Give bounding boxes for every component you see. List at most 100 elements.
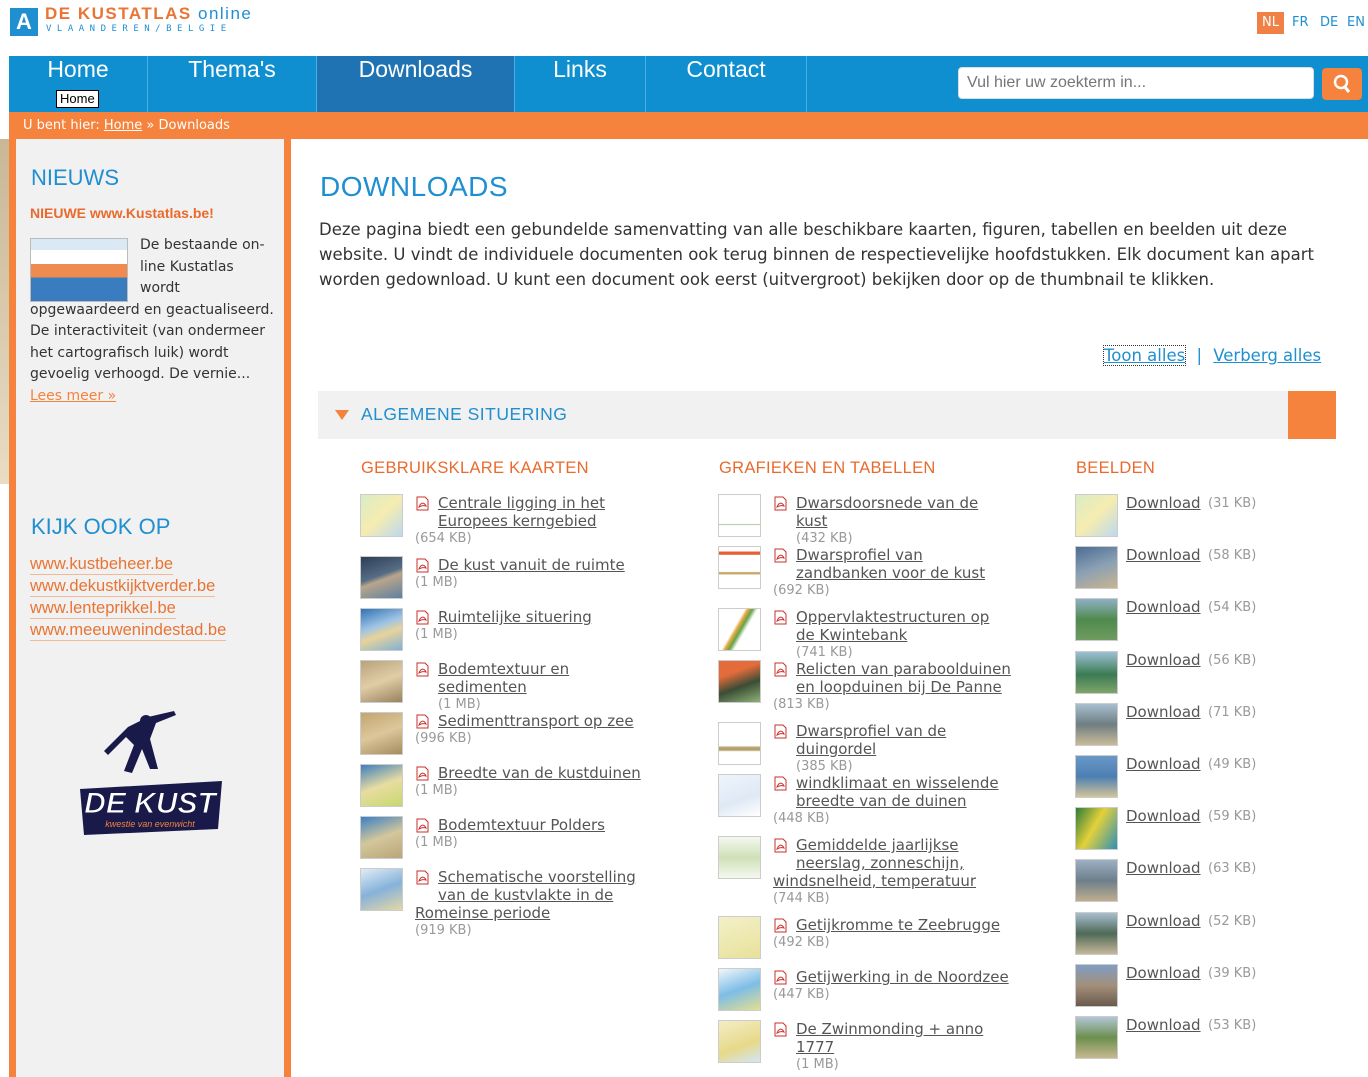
chart-thumbnail[interactable] bbox=[718, 916, 761, 959]
lang-de-link[interactable]: DE bbox=[1320, 12, 1338, 34]
chart-thumbnail[interactable] bbox=[718, 722, 761, 765]
map-title-line[interactable]: Romeinse periode bbox=[415, 904, 550, 922]
chart-title-line[interactable]: Getijwerking in de Noordzee bbox=[796, 968, 1009, 986]
chart-title-line[interactable]: en loopduinen bij De Panne bbox=[796, 678, 1002, 696]
map-title-link[interactable]: Bodemtextuur en sedimenten (1 MB) bbox=[438, 660, 708, 714]
map-title-line[interactable]: sedimenten bbox=[438, 678, 527, 696]
image-download-link[interactable]: Download bbox=[1126, 1016, 1201, 1034]
chart-thumbnail[interactable] bbox=[718, 660, 761, 703]
map-title-line[interactable]: De kust vanuit de ruimte bbox=[438, 556, 625, 574]
map-thumbnail[interactable] bbox=[360, 764, 403, 807]
image-thumbnail[interactable] bbox=[1075, 650, 1118, 694]
chart-thumbnail[interactable] bbox=[718, 774, 761, 817]
map-thumbnail[interactable] bbox=[360, 660, 403, 703]
chart-title-link[interactable]: Dwarsdoorsnede van de kust (432 KB) bbox=[796, 494, 1066, 548]
chart-title-line[interactable]: windsnelheid, temperatuur bbox=[773, 872, 976, 890]
map-title-line[interactable]: Schematische voorstelling bbox=[438, 868, 636, 886]
chart-thumbnail[interactable] bbox=[718, 1020, 761, 1063]
image-download-link[interactable]: Download bbox=[1126, 651, 1201, 669]
chart-title-line[interactable]: neerslag, zonneschijn, bbox=[796, 854, 964, 872]
map-title-line[interactable]: Bodemtextuur Polders bbox=[438, 816, 605, 834]
chart-title-link[interactable]: Oppervlaktestructuren op de Kwintebank (74… bbox=[796, 608, 1066, 662]
chart-title-link[interactable]: windklimaat en wisselende breedte van de … bbox=[773, 774, 1066, 828]
chart-title-link[interactable]: Getijkromme te Zeebrugge (492 KB) bbox=[773, 916, 1066, 952]
nav-contact[interactable]: Contact bbox=[646, 56, 807, 112]
map-title-link[interactable]: Sedimenttransport op zee (996 KB) bbox=[415, 712, 708, 748]
map-thumbnail[interactable] bbox=[360, 712, 403, 755]
map-title-link[interactable]: Ruimtelijke situering (1 MB) bbox=[415, 608, 708, 644]
hide-all-link[interactable]: Verberg alles bbox=[1213, 346, 1321, 365]
image-thumbnail[interactable] bbox=[1075, 755, 1118, 798]
map-title-line[interactable]: van de kustvlakte in de bbox=[438, 886, 613, 904]
map-title-link[interactable]: De kust vanuit de ruimte (1 MB) bbox=[415, 556, 708, 592]
show-all-link[interactable]: Toon alles bbox=[1102, 345, 1187, 366]
chart-thumbnail[interactable] bbox=[718, 836, 761, 879]
image-download-link[interactable]: Download bbox=[1126, 912, 1201, 930]
map-title-line[interactable]: Centrale ligging in het bbox=[438, 494, 605, 512]
site-title[interactable]: DE KUSTATLAS online bbox=[45, 4, 252, 24]
chart-title-line[interactable]: kust bbox=[796, 512, 827, 530]
link-lenteprikkel[interactable]: www.lenteprikkel.be bbox=[30, 598, 176, 619]
map-thumbnail[interactable] bbox=[360, 816, 403, 859]
image-download-link[interactable]: Download bbox=[1126, 703, 1201, 721]
chart-title-line[interactable]: windklimaat en wisselende bbox=[796, 774, 999, 792]
chart-thumbnail[interactable] bbox=[718, 968, 761, 1011]
de-kust-logo[interactable]: DE KUST kwestie van evenwicht bbox=[78, 709, 223, 839]
news-title-link[interactable]: NIEUWE www.Kustatlas.be! bbox=[30, 205, 214, 221]
lang-fr-link[interactable]: FR bbox=[1292, 12, 1309, 34]
map-thumbnail[interactable] bbox=[360, 608, 403, 651]
chart-title-line[interactable]: duingordel bbox=[796, 740, 876, 758]
image-thumbnail[interactable] bbox=[1075, 807, 1118, 851]
image-thumbnail[interactable] bbox=[1075, 598, 1118, 642]
map-thumbnail[interactable] bbox=[360, 494, 403, 537]
image-thumbnail[interactable] bbox=[1075, 859, 1118, 903]
image-thumbnail[interactable] bbox=[1075, 963, 1118, 1007]
map-title-line[interactable]: Breedte van de kustduinen bbox=[438, 764, 641, 782]
lang-en-link[interactable]: EN bbox=[1347, 12, 1365, 34]
chart-title-link[interactable]: De Zwinmonding + anno 1777 (1 MB) bbox=[796, 1020, 1066, 1074]
news-read-more-link[interactable]: Lees meer » bbox=[30, 388, 116, 404]
chart-thumbnail[interactable] bbox=[718, 608, 761, 651]
map-thumbnail[interactable] bbox=[360, 556, 403, 599]
chart-title-line[interactable]: Relicten van paraboolduinen bbox=[796, 660, 1011, 678]
image-download-link[interactable]: Download bbox=[1126, 494, 1201, 512]
chart-title-line[interactable]: De Zwinmonding + anno bbox=[796, 1020, 983, 1038]
image-download-link[interactable]: Download bbox=[1126, 859, 1201, 877]
lang-nl-link[interactable]: NL bbox=[1257, 12, 1284, 34]
map-title-link[interactable]: Centrale ligging in het Europees kerngebi… bbox=[415, 494, 708, 548]
section-header-algemene-situering[interactable]: ALGEMENE SITUERING bbox=[318, 391, 1336, 439]
kustatlas-logo-icon[interactable]: A bbox=[10, 8, 38, 36]
image-download-link[interactable]: Download bbox=[1126, 807, 1201, 825]
chart-title-line[interactable]: Dwarsprofiel van de bbox=[796, 722, 946, 740]
chart-title-line[interactable]: Dwarsprofiel van bbox=[796, 546, 923, 564]
chart-title-line[interactable]: Gemiddelde jaarlijkse bbox=[796, 836, 959, 854]
chart-title-link[interactable]: Dwarsprofiel van zandbanken voor de kust(… bbox=[773, 546, 1066, 600]
image-download-link[interactable]: Download bbox=[1126, 598, 1201, 616]
search-button[interactable] bbox=[1322, 68, 1362, 100]
chart-title-line[interactable]: Oppervlaktestructuren op bbox=[796, 608, 989, 626]
chart-title-line[interactable]: breedte van de duinen bbox=[796, 792, 967, 810]
map-title-line[interactable]: Bodemtextuur en bbox=[438, 660, 569, 678]
link-kustbeheer[interactable]: www.kustbeheer.be bbox=[30, 554, 174, 575]
search-input[interactable] bbox=[958, 67, 1314, 99]
map-title-link[interactable]: Bodemtextuur Polders (1 MB) bbox=[415, 816, 708, 852]
chart-title-line[interactable]: Getijkromme te Zeebrugge bbox=[796, 916, 1000, 934]
map-title-line[interactable]: Europees kerngebied bbox=[438, 512, 597, 530]
chart-title-line[interactable]: 1777 bbox=[796, 1038, 834, 1056]
chart-title-link[interactable]: Gemiddelde jaarlijkse neerslag, zonneschi… bbox=[773, 836, 1066, 908]
nav-themas[interactable]: Thema's bbox=[148, 56, 317, 112]
chart-thumbnail[interactable] bbox=[718, 494, 761, 537]
breadcrumb-home-link[interactable]: Home bbox=[104, 118, 142, 133]
image-thumbnail[interactable] bbox=[1075, 494, 1118, 537]
chart-title-link[interactable]: Dwarsprofiel van de duingordel (385 KB) bbox=[796, 722, 1066, 776]
chart-title-line[interactable]: de Kwintebank bbox=[796, 626, 907, 644]
image-thumbnail[interactable] bbox=[1075, 911, 1118, 955]
chart-thumbnail[interactable] bbox=[718, 546, 761, 589]
link-dekustkijktverder[interactable]: www.dekustkijktverder.be bbox=[30, 576, 216, 597]
nav-links[interactable]: Links bbox=[515, 56, 646, 112]
image-download-link[interactable]: Download bbox=[1126, 755, 1201, 773]
map-title-line[interactable]: Ruimtelijke situering bbox=[438, 608, 592, 626]
map-title-link[interactable]: Breedte van de kustduinen (1 MB) bbox=[415, 764, 708, 800]
image-download-link[interactable]: Download bbox=[1126, 964, 1201, 982]
map-title-line[interactable]: Sedimenttransport op zee bbox=[438, 712, 634, 730]
